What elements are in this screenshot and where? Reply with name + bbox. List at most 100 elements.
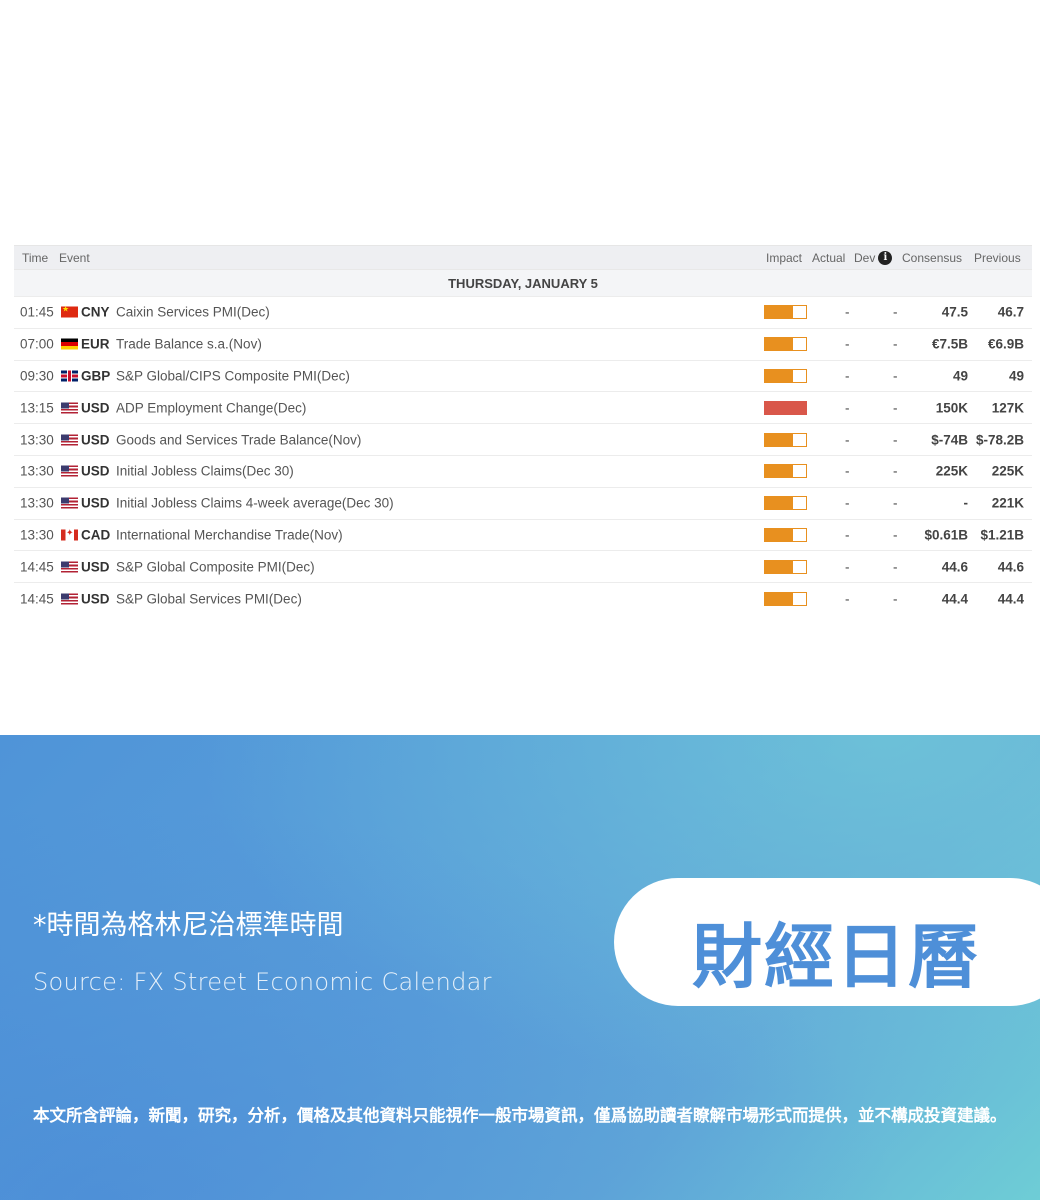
deviation-value: - — [893, 495, 898, 511]
consensus-value: - — [963, 495, 969, 511]
impact-fill — [765, 497, 793, 510]
table-row[interactable]: 09:30 GBP S&P Global/CIPS Composite PMI(De… — [14, 359, 1032, 392]
event-name[interactable]: Initial Jobless Claims(Dec 30) — [116, 464, 294, 479]
event-name[interactable]: Trade Balance s.a.(Nov) — [116, 337, 262, 352]
impact-empty — [793, 369, 806, 382]
consensus-value: $0.61B — [924, 527, 968, 543]
info-icon[interactable]: i — [878, 250, 893, 265]
event-name[interactable]: S&P Global/CIPS Composite PMI(Dec) — [116, 368, 350, 383]
table-row[interactable]: 01:45 CNY Caixin Services PMI(Dec) - - 47.5 46… — [14, 296, 1032, 328]
impact-fill — [765, 560, 793, 573]
economic-calendar-table: Time Event Impact Actual Dev i Consensus… — [14, 245, 1032, 614]
event-time: 14:45 — [20, 591, 54, 607]
table-row[interactable]: 13:30 CAD International Merchandise Trade(… — [14, 518, 1032, 551]
consensus-value: 49 — [952, 368, 968, 384]
currency-code: USD — [81, 591, 110, 607]
consensus-value: €7.5B — [931, 336, 968, 352]
actual-value: - — [845, 400, 850, 416]
table-row[interactable]: 14:45 USD S&P Global Services PMI(Dec) - - 44… — [14, 582, 1032, 614]
bottom-banner: *時間為格林尼治標準時間 Source: FX Street Economic … — [0, 735, 1040, 1200]
event-name[interactable]: S&P Global Composite PMI(Dec) — [116, 559, 315, 574]
event-name[interactable]: International Merchandise Trade(Nov) — [116, 527, 343, 542]
consensus-value: 47.5 — [941, 304, 968, 320]
table-row[interactable]: 13:30 USD Initial Jobless Claims(Dec 30) - -… — [14, 454, 1032, 487]
event-time: 13:15 — [20, 400, 54, 416]
impact-indicator — [764, 591, 807, 606]
actual-value: - — [845, 336, 850, 352]
currency-code: EUR — [81, 336, 110, 352]
table-row[interactable]: 14:45 USD S&P Global Composite PMI(Dec) - - 4… — [14, 550, 1032, 583]
us-flag-icon — [61, 434, 78, 446]
deviation-value: - — [893, 400, 898, 416]
actual-value: - — [845, 591, 850, 607]
china-flag-icon — [61, 305, 78, 318]
deviation-value: - — [893, 559, 898, 575]
impact-indicator — [764, 337, 807, 352]
previous-value: 46.7 — [997, 304, 1024, 320]
previous-value: 225K — [991, 463, 1024, 479]
deviation-value: - — [893, 368, 898, 384]
header-dev: Dev i — [854, 250, 893, 265]
actual-value: - — [845, 463, 850, 479]
header-previous: Previous — [974, 250, 1021, 265]
consensus-value: 225K — [935, 463, 968, 479]
deviation-value: - — [893, 304, 898, 320]
event-name[interactable]: Caixin Services PMI(Dec) — [116, 305, 270, 320]
actual-value: - — [845, 368, 850, 384]
table-row[interactable]: 13:15 USD ADP Employment Change(Dec) - - 150K… — [14, 391, 1032, 424]
table-header: Time Event Impact Actual Dev i Consensus… — [14, 246, 1032, 269]
previous-value: 127K — [991, 400, 1024, 416]
previous-value: $1.21B — [980, 527, 1024, 543]
event-time: 01:45 — [20, 304, 54, 320]
event-name[interactable]: ADP Employment Change(Dec) — [116, 400, 306, 415]
us-flag-icon — [61, 561, 78, 573]
previous-value: €6.9B — [987, 336, 1024, 352]
impact-empty — [793, 465, 806, 478]
currency-code: CNY — [81, 304, 110, 320]
impact-fill — [765, 465, 793, 478]
currency-code: CAD — [81, 527, 111, 543]
impact-fill — [765, 528, 793, 541]
impact-fill — [765, 592, 793, 605]
timezone-note: *時間為格林尼治標準時間 — [33, 910, 344, 941]
previous-value: 44.4 — [997, 591, 1024, 607]
event-time: 07:00 — [20, 336, 54, 352]
deviation-value: - — [893, 463, 898, 479]
event-rows: 01:45 CNY Caixin Services PMI(Dec) - - 47.5 46… — [14, 296, 1032, 614]
consensus-value: 44.6 — [941, 559, 968, 575]
impact-fill — [765, 338, 793, 351]
impact-empty — [793, 528, 806, 541]
header-time: Time — [22, 250, 49, 265]
event-name[interactable]: S&P Global Services PMI(Dec) — [116, 591, 302, 606]
event-name[interactable]: Goods and Services Trade Balance(Nov) — [116, 432, 361, 447]
previous-value: 44.6 — [997, 559, 1024, 575]
us-flag-icon — [61, 402, 78, 414]
uk-flag-icon — [61, 370, 78, 382]
currency-code: USD — [81, 400, 110, 416]
event-time: 13:30 — [20, 527, 54, 543]
impact-indicator — [764, 559, 807, 574]
impact-indicator — [764, 368, 807, 383]
actual-value: - — [845, 432, 850, 448]
impact-indicator — [764, 464, 807, 479]
impact-fill — [765, 433, 793, 446]
currency-code: GBP — [81, 368, 111, 384]
deviation-value: - — [893, 591, 898, 607]
source-credit: Source: FX Street Economic Calendar — [33, 968, 492, 996]
table-row[interactable]: 13:30 USD Initial Jobless Claims 4-week av… — [14, 486, 1032, 519]
previous-value: 221K — [991, 495, 1024, 511]
actual-value: - — [845, 304, 850, 320]
currency-code: USD — [81, 432, 110, 448]
actual-value: - — [845, 527, 850, 543]
impact-empty — [793, 306, 806, 319]
us-flag-icon — [61, 465, 78, 477]
actual-value: - — [845, 559, 850, 575]
disclaimer-text: 本文所含評論，新聞，研究，分析，價格及其他資料只能視作一般市場資訊，僅爲協助讀者… — [33, 1106, 1007, 1125]
impact-indicator — [764, 432, 807, 447]
impact-empty — [793, 497, 806, 510]
currency-code: USD — [81, 495, 110, 511]
event-name[interactable]: Initial Jobless Claims 4-week average(De… — [116, 496, 394, 511]
currency-code: USD — [81, 463, 110, 479]
table-row[interactable]: 13:30 USD Goods and Services Trade Balance… — [14, 423, 1032, 455]
table-row[interactable]: 07:00 EUR Trade Balance s.a.(Nov) - - €7.5B €6… — [14, 327, 1032, 360]
